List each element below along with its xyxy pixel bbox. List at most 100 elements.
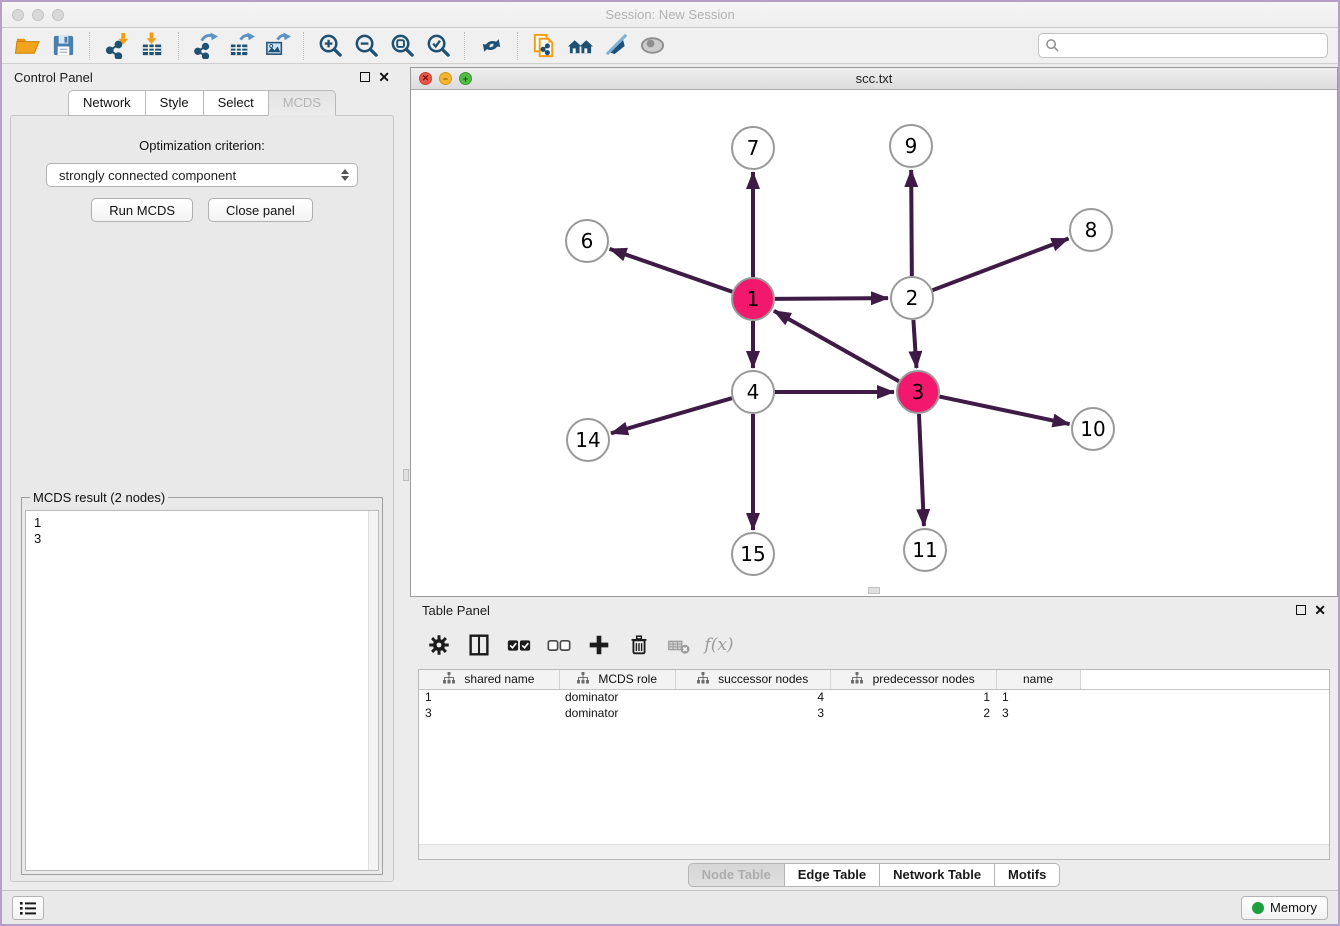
table-settings-button[interactable] <box>424 629 454 661</box>
memory-button[interactable]: Memory <box>1241 896 1328 920</box>
graph-edge-3-10[interactable] <box>940 397 1070 424</box>
table-horizontal-scrollbar[interactable] <box>419 844 1329 859</box>
run-mcds-button[interactable]: Run MCDS <box>91 198 193 222</box>
svg-text:2: 2 <box>906 286 919 310</box>
cell-predecessor-nodes[interactable]: 1 <box>830 689 996 705</box>
network-canvas[interactable]: 7 9 6 8 1 2 4 3 14 10 15 11 <box>411 90 1337 596</box>
graph-node-1[interactable]: 1 <box>732 278 774 320</box>
toolbar-separator <box>89 32 90 60</box>
graph-node-14[interactable]: 14 <box>567 419 609 461</box>
export-network-button[interactable] <box>190 31 220 61</box>
svg-text:11: 11 <box>912 538 937 562</box>
optimization-criterion-select[interactable]: strongly connected component <box>46 163 358 187</box>
column-header-name[interactable]: name <box>996 670 1080 689</box>
mcds-result-textarea[interactable]: 1 3 <box>25 510 379 871</box>
graph-node-11[interactable]: 11 <box>904 529 946 571</box>
table-row[interactable]: 1dominator411 <box>419 689 1329 705</box>
graph-node-15[interactable]: 15 <box>732 533 774 575</box>
zoom-out-button[interactable] <box>351 31 381 61</box>
cell-name[interactable]: 3 <box>996 705 1080 721</box>
table-panel-header: Table Panel ✕ <box>410 597 1338 623</box>
zoom-out-icon <box>353 32 380 59</box>
cell-predecessor-nodes[interactable]: 2 <box>830 705 996 721</box>
cell-shared-name[interactable]: 1 <box>419 689 559 705</box>
graph-edge-3-11[interactable] <box>919 414 924 526</box>
column-header-MCDS-role[interactable]: MCDS role <box>559 670 675 689</box>
mcds-tab-content: Optimization criterion: strongly connect… <box>10 115 394 882</box>
column-header-predecessor-nodes[interactable]: predecessor nodes <box>830 670 996 689</box>
graph-node-4[interactable]: 4 <box>732 371 774 413</box>
tab-mcds[interactable]: MCDS <box>268 90 336 116</box>
svg-text:8: 8 <box>1085 218 1098 242</box>
horizontal-splitter-grip[interactable] <box>868 587 880 594</box>
open-session-button[interactable] <box>12 31 42 61</box>
close-panel-button[interactable]: Close panel <box>208 198 313 222</box>
graph-node-8[interactable]: 8 <box>1070 209 1112 251</box>
column-attribute-icon <box>851 672 863 684</box>
graph-edge-1-6[interactable] <box>610 249 733 292</box>
tab-network-table[interactable]: Network Table <box>879 863 995 887</box>
vertical-splitter[interactable] <box>402 64 410 890</box>
cell-MCDS-role[interactable]: dominator <box>559 705 675 721</box>
deselect-all-button[interactable] <box>544 629 574 661</box>
cell-shared-name[interactable]: 3 <box>419 705 559 721</box>
graph-edge-4-14[interactable] <box>611 398 732 433</box>
result-scrollbar[interactable] <box>368 511 378 870</box>
graph-edge-2-9[interactable] <box>911 170 912 276</box>
tab-style[interactable]: Style <box>145 90 204 116</box>
add-column-button[interactable] <box>584 629 614 661</box>
eye-button[interactable] <box>637 31 667 61</box>
svg-text:1: 1 <box>747 287 760 311</box>
tab-edge-table[interactable]: Edge Table <box>784 863 880 887</box>
tab-node-table[interactable]: Node Table <box>688 863 785 887</box>
zoom-fit-button[interactable] <box>387 31 417 61</box>
import-network-button[interactable] <box>101 31 131 61</box>
graph-node-3[interactable]: 3 <box>897 371 939 413</box>
graph-node-10[interactable]: 10 <box>1072 408 1114 450</box>
graph-edge-2-3[interactable] <box>913 320 916 368</box>
cell-MCDS-role[interactable]: dominator <box>559 689 675 705</box>
table-row[interactable]: 3dominator323 <box>419 705 1329 721</box>
column-header-successor-nodes[interactable]: successor nodes <box>675 670 830 689</box>
show-columns-button[interactable] <box>464 629 494 661</box>
cell-successor-nodes[interactable]: 3 <box>675 705 830 721</box>
float-panel-icon[interactable] <box>1296 605 1306 615</box>
toolbar-separator <box>464 32 465 60</box>
tab-motifs[interactable]: Motifs <box>994 863 1060 887</box>
zoom-in-button[interactable] <box>315 31 345 61</box>
float-panel-icon[interactable] <box>360 72 370 82</box>
column-header-shared-name[interactable]: shared name <box>419 670 559 689</box>
splitter-grip-icon[interactable] <box>403 469 409 481</box>
control-panel: Control Panel ✕ NetworkStyleSelectMCDS O… <box>2 64 402 890</box>
close-panel-icon[interactable]: ✕ <box>1314 605 1326 615</box>
import-table-button[interactable] <box>137 31 167 61</box>
tab-select[interactable]: Select <box>203 90 269 116</box>
home-layout-button[interactable] <box>565 31 595 61</box>
cell-successor-nodes[interactable]: 4 <box>675 689 830 705</box>
status-bar: Memory <box>2 890 1338 924</box>
save-session-button[interactable] <box>48 31 78 61</box>
eye-icon <box>639 32 666 59</box>
graph-node-7[interactable]: 7 <box>732 127 774 169</box>
refresh-button[interactable] <box>476 31 506 61</box>
close-panel-icon[interactable]: ✕ <box>378 72 390 82</box>
tab-network[interactable]: Network <box>68 90 146 116</box>
graph-edge-2-8[interactable] <box>933 239 1069 291</box>
graph-node-2[interactable]: 2 <box>891 277 933 319</box>
memory-label: Memory <box>1270 900 1317 915</box>
graph-edge-3-1[interactable] <box>774 311 899 381</box>
task-history-button[interactable] <box>12 896 44 920</box>
export-image-button[interactable] <box>262 31 292 61</box>
delete-column-button[interactable] <box>624 629 654 661</box>
export-table-button[interactable] <box>226 31 256 61</box>
clone-network-button[interactable] <box>529 31 559 61</box>
hide-graphics-details-button[interactable] <box>601 31 631 61</box>
search-input[interactable] <box>1038 33 1328 58</box>
zoom-selected-button[interactable] <box>423 31 453 61</box>
graph-edge-1-2[interactable] <box>775 298 888 299</box>
graph-node-6[interactable]: 6 <box>566 220 608 262</box>
graph-node-9[interactable]: 9 <box>890 125 932 167</box>
cell-name[interactable]: 1 <box>996 689 1080 705</box>
toolbar-separator <box>178 32 179 60</box>
select-all-button[interactable] <box>504 629 534 661</box>
